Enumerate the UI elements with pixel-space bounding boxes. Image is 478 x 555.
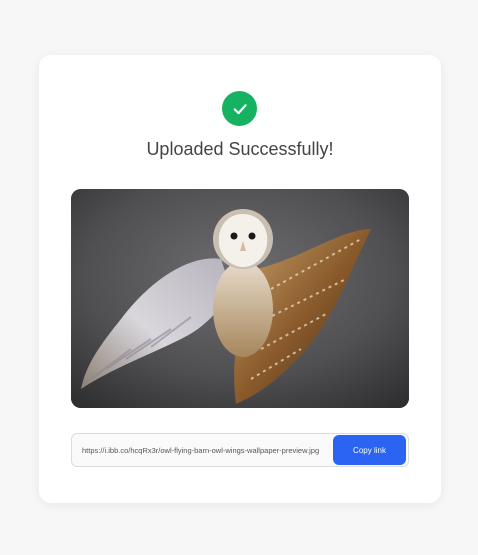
uploaded-image <box>71 189 409 408</box>
upload-success-card: Uploaded Successfully! https://i.ibb.co/… <box>39 55 441 503</box>
page-title: Uploaded Successfully! <box>146 139 334 159</box>
share-link-field[interactable] <box>72 434 322 466</box>
check-circle-icon <box>222 91 257 126</box>
share-link-row: Copy link <box>71 433 409 467</box>
copy-link-button[interactable]: Copy link <box>333 435 406 465</box>
